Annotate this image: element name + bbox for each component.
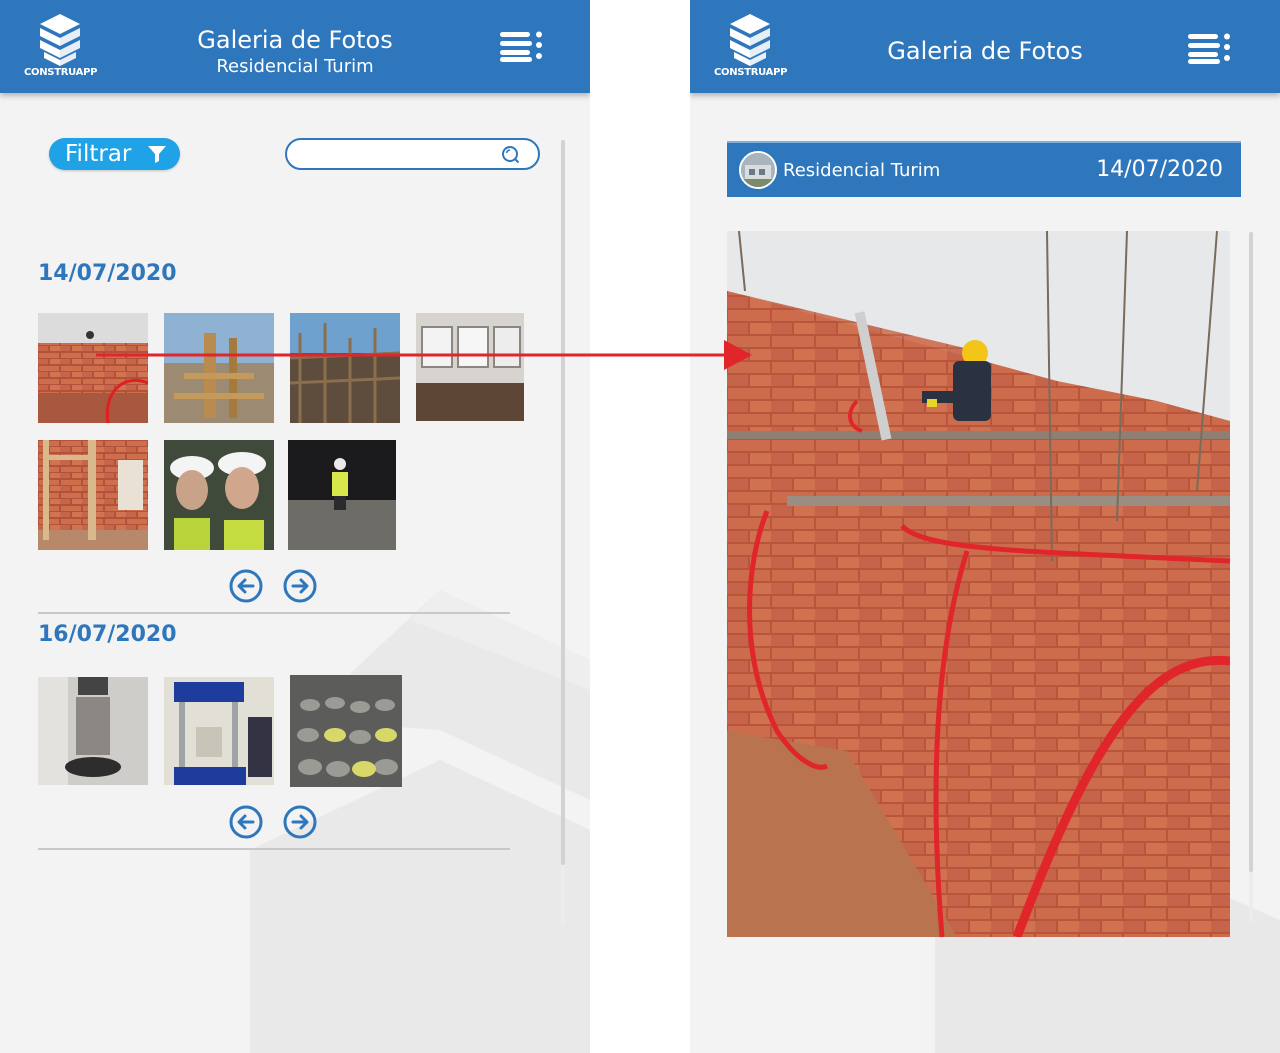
- date-group-heading: 16/07/2020: [38, 622, 177, 647]
- photo-compression-test-machine: [164, 677, 274, 785]
- search-field[interactable]: [285, 138, 540, 170]
- photo-interior-room-windows: [416, 313, 524, 421]
- previous-page-button[interactable]: [229, 569, 263, 603]
- search-icon[interactable]: [501, 145, 520, 164]
- search-input[interactable]: [299, 144, 499, 164]
- project-name: Residencial Turim: [783, 160, 941, 181]
- photo-info-bar: Residencial Turim 14/07/2020: [727, 141, 1241, 197]
- photo-wood-formwork-scaffolding: [164, 313, 274, 423]
- filter-button[interactable]: Filtrar: [49, 138, 180, 170]
- next-page-button[interactable]: [283, 569, 317, 603]
- arrow-right-circle-icon: [283, 569, 317, 603]
- previous-page-button[interactable]: [229, 805, 263, 839]
- photo-thumbnail[interactable]: [38, 313, 148, 423]
- photo-thumbnail[interactable]: [416, 313, 524, 421]
- arrow-left-circle-icon: [229, 569, 263, 603]
- next-page-button[interactable]: [283, 805, 317, 839]
- photo-brick-walls-wood-frames: [38, 440, 148, 550]
- photo-viewer[interactable]: [727, 231, 1230, 937]
- photo-detail-screen: CONSTRUAPP Galeria de Fotos Residencial …: [690, 0, 1280, 1053]
- section-divider: [38, 848, 510, 850]
- arrow-right-circle-icon: [283, 805, 317, 839]
- photo-thumbnail[interactable]: [164, 313, 274, 423]
- photo-concrete-specimens-curing: [290, 675, 402, 787]
- section-divider: [38, 612, 510, 614]
- project-avatar-image: [741, 153, 775, 187]
- menu-button[interactable]: [1186, 29, 1234, 69]
- scrollbar-thumb[interactable]: [1249, 232, 1253, 872]
- filter-icon: [148, 146, 166, 163]
- gallery-list-screen: CONSTRUAPP Galeria de Fotos Residencial …: [0, 0, 590, 1053]
- photo-thumbnail[interactable]: [38, 677, 148, 785]
- filter-button-label: Filtrar: [65, 141, 132, 167]
- photo-date: 14/07/2020: [1096, 157, 1223, 182]
- project-avatar: [739, 151, 777, 189]
- photo-thumbnail[interactable]: [290, 675, 402, 787]
- photo-concrete-cylinder-press: [38, 677, 148, 785]
- photo-steel-rebar-frame: [290, 313, 400, 423]
- logo-wordmark: CONSTRUAPP: [714, 67, 788, 78]
- photo-thumbnail[interactable]: [38, 440, 148, 550]
- menu-icon: [1188, 33, 1230, 64]
- scrollbar-thumb[interactable]: [561, 140, 565, 865]
- photo-brick-walls-with-worker: [38, 313, 148, 423]
- photo-thumbnail[interactable]: [164, 440, 274, 550]
- date-group-heading: 14/07/2020: [38, 261, 177, 286]
- photo-thumbnail[interactable]: [290, 313, 400, 423]
- menu-button[interactable]: [498, 27, 546, 67]
- menu-icon: [500, 31, 542, 62]
- arrow-left-circle-icon: [229, 805, 263, 839]
- photo-thumbnail[interactable]: [288, 440, 396, 550]
- app-header: CONSTRUAPP Galeria de Fotos: [690, 0, 1280, 93]
- photo-brick-walls-with-worker-and-red-conduits: [727, 231, 1230, 937]
- photo-two-workers-selfie-helmets: [164, 440, 274, 550]
- photo-thumbnail[interactable]: [164, 677, 274, 785]
- photo-worker-in-dark-hall: [288, 440, 396, 550]
- app-header: CONSTRUAPP Galeria de Fotos Residencial …: [0, 0, 590, 93]
